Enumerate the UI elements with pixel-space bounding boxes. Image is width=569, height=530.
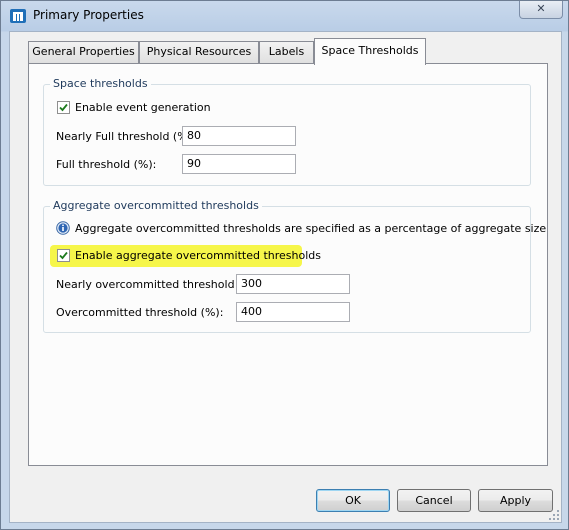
tab-space-thresholds[interactable]: Space Thresholds: [314, 38, 426, 65]
title-bar[interactable]: Primary Properties ✕: [1, 1, 569, 31]
tab-labels[interactable]: Labels: [259, 41, 314, 63]
group-title: Space thresholds: [50, 77, 151, 90]
close-button[interactable]: ✕: [519, 1, 563, 19]
enable-aggregate-thresholds-checkbox[interactable]: [57, 249, 70, 262]
nearly-full-threshold-input[interactable]: 80: [182, 126, 296, 146]
app-icon: [10, 9, 26, 23]
close-icon: ✕: [536, 2, 546, 15]
aggregate-info-text: Aggregate overcommitted thresholds are s…: [75, 222, 547, 235]
full-threshold-input[interactable]: 90: [182, 154, 296, 174]
tab-label: General Properties: [32, 45, 135, 58]
apply-button[interactable]: Apply: [478, 489, 553, 512]
nearly-overcommitted-label: Nearly overcommitted threshold (%):: [56, 278, 261, 291]
enable-event-generation-label: Enable event generation: [75, 101, 211, 114]
group-title: Aggregate overcommitted thresholds: [50, 199, 262, 212]
window-title: Primary Properties: [33, 8, 144, 22]
overcommitted-input[interactable]: 400: [236, 302, 350, 322]
info-icon: [56, 221, 70, 235]
resize-grip-icon[interactable]: [548, 509, 560, 521]
nearly-overcommitted-input[interactable]: 300: [236, 274, 350, 294]
enable-aggregate-thresholds-label: Enable aggregate overcommitted threshold…: [75, 249, 321, 262]
overcommitted-label: Overcommitted threshold (%):: [56, 306, 224, 319]
tab-label: Labels: [268, 45, 305, 58]
tab-physical-resources[interactable]: Physical Resources: [139, 41, 259, 63]
enable-event-generation-checkbox[interactable]: [57, 101, 70, 114]
ok-button[interactable]: OK: [316, 489, 390, 512]
tab-label: Physical Resources: [146, 45, 252, 58]
nearly-full-threshold-label: Nearly Full threshold (%):: [56, 130, 196, 143]
checkmark-icon: [59, 251, 68, 260]
tab-label: Space Thresholds: [321, 44, 419, 57]
cancel-button[interactable]: Cancel: [397, 489, 471, 512]
full-threshold-label: Full threshold (%):: [56, 158, 157, 171]
checkmark-icon: [59, 103, 68, 112]
tab-general-properties[interactable]: General Properties: [28, 41, 139, 63]
